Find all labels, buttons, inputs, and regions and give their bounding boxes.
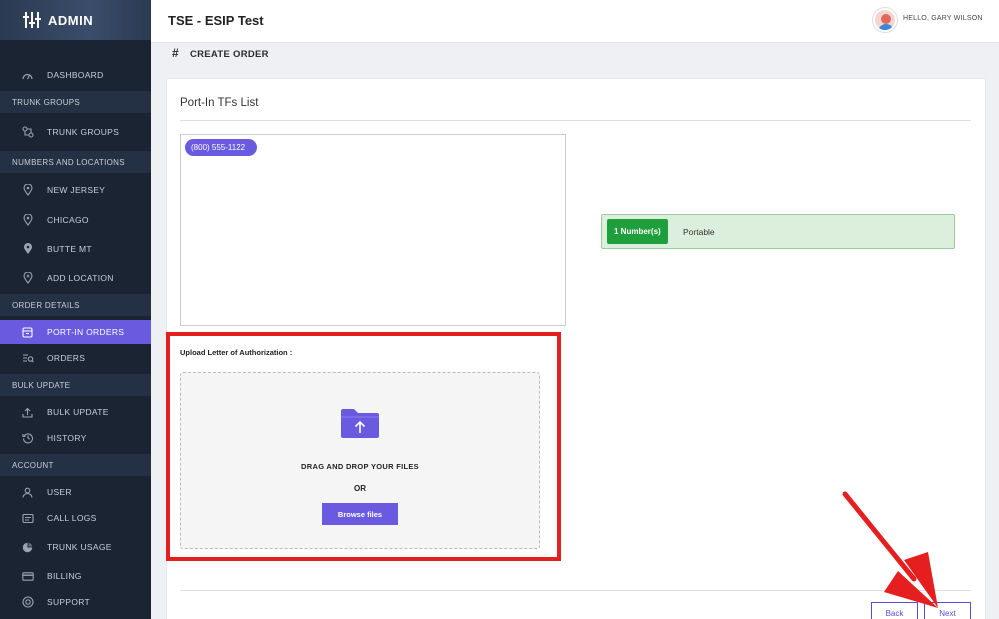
top-header: TSE - ESIP Test HELLO, GARY WILSON [151,0,999,43]
sidebar-item-bulk-update[interactable]: BULK UPDATE [0,401,151,423]
port-in-icon [21,326,34,339]
sidebar-item-new-jersey[interactable]: NEW JERSEY [0,179,151,201]
trunk-groups-icon [21,126,34,139]
drag-drop-text: DRAG AND DROP YOUR FILES [301,462,419,471]
card-title: Port-In TFs List [180,97,259,109]
dashboard-icon [21,69,34,82]
sidebar-section-order-details: ORDER DETAILS [0,294,151,316]
sidebar-item-label: CHICAGO [47,215,89,225]
upload-icon [21,406,34,419]
sidebar-item-label: PORT-IN ORDERS [47,327,125,337]
brand[interactable]: ADMIN [0,0,151,40]
sidebar-item-add-location[interactable]: ADD LOCATION [0,267,151,289]
page-title: # CREATE ORDER [172,46,269,60]
sidebar-item-label: TRUNK GROUPS [47,127,120,137]
footer-divider [180,590,971,591]
history-icon [21,432,34,445]
user-icon [21,486,34,499]
sidebar-item-label: ADD LOCATION [47,273,114,283]
tf-number-chip[interactable]: (800) 555-1122 [185,139,258,156]
sidebar-item-label: CALL LOGS [47,513,97,523]
sidebar-item-trunk-groups[interactable]: TRUNK GROUPS [0,121,151,143]
sidebar-item-butte-mt[interactable]: BUTTE MT [0,238,151,260]
sidebar-item-label: BULK UPDATE [47,407,109,417]
sliders-icon [23,12,41,28]
sidebar-item-call-logs[interactable]: CALL LOGS [0,507,151,529]
sidebar-item-label: TRUNK USAGE [47,542,112,552]
sidebar-item-support[interactable]: SUPPORT [0,591,151,613]
portability-status: 1 Number(s) Portable [601,214,955,249]
location-pin-icon [21,214,34,227]
pie-chart-icon [21,541,34,554]
sidebar-item-label: USER [47,487,72,497]
sidebar-section-account: ACCOUNT [0,454,151,476]
sidebar-item-billing[interactable]: BILLING [0,565,151,587]
sidebar-item-label: BUTTE MT [47,244,92,254]
orders-icon [21,352,34,365]
add-location-icon [21,272,34,285]
sidebar-section-bulk-update: BULK UPDATE [0,374,151,396]
upload-label: Upload Letter of Authorization : [180,348,293,357]
sidebar-item-port-in-orders[interactable]: PORT-IN ORDERS [0,320,151,344]
number-count-badge: 1 Number(s) [607,219,668,244]
sidebar-item-dashboard[interactable]: DASHBOARD [0,64,151,86]
tf-list-box[interactable] [180,134,566,326]
sidebar-section-trunk-groups: TRUNK GROUPS [0,91,151,113]
or-text: OR [354,484,366,493]
user-greeting[interactable]: HELLO, GARY WILSON [903,15,983,22]
sidebar-item-label: DASHBOARD [47,70,104,80]
sidebar-item-label: ORDERS [47,353,86,363]
next-button[interactable]: Next [924,602,971,619]
sidebar-item-trunk-usage[interactable]: TRUNK USAGE [0,536,151,558]
workspace-title: TSE - ESIP Test [168,13,264,28]
support-icon [21,596,34,609]
folder-upload-icon [340,407,380,439]
brand-title: ADMIN [48,12,94,28]
sidebar-item-history[interactable]: HISTORY [0,427,151,449]
avatar[interactable] [873,8,897,32]
location-pin-icon [21,243,34,256]
divider [180,120,971,121]
sidebar-item-label: BILLING [47,571,82,581]
sidebar-item-chicago[interactable]: CHICAGO [0,209,151,231]
sidebar-item-user[interactable]: USER [0,481,151,503]
call-logs-icon [21,512,34,525]
back-button[interactable]: Back [871,602,918,619]
sidebar-item-orders[interactable]: ORDERS [0,347,151,369]
sidebar-section-numbers-locations: NUMBERS AND LOCATIONS [0,151,151,173]
portable-text: Portable [683,227,715,237]
billing-icon [21,570,34,583]
hash-icon: # [172,46,179,60]
browse-files-button[interactable]: Browse files [322,503,398,525]
location-pin-icon [21,184,34,197]
sidebar-item-label: HISTORY [47,433,87,443]
sidebar-item-label: NEW JERSEY [47,185,106,195]
sidebar-item-label: SUPPORT [47,597,91,607]
